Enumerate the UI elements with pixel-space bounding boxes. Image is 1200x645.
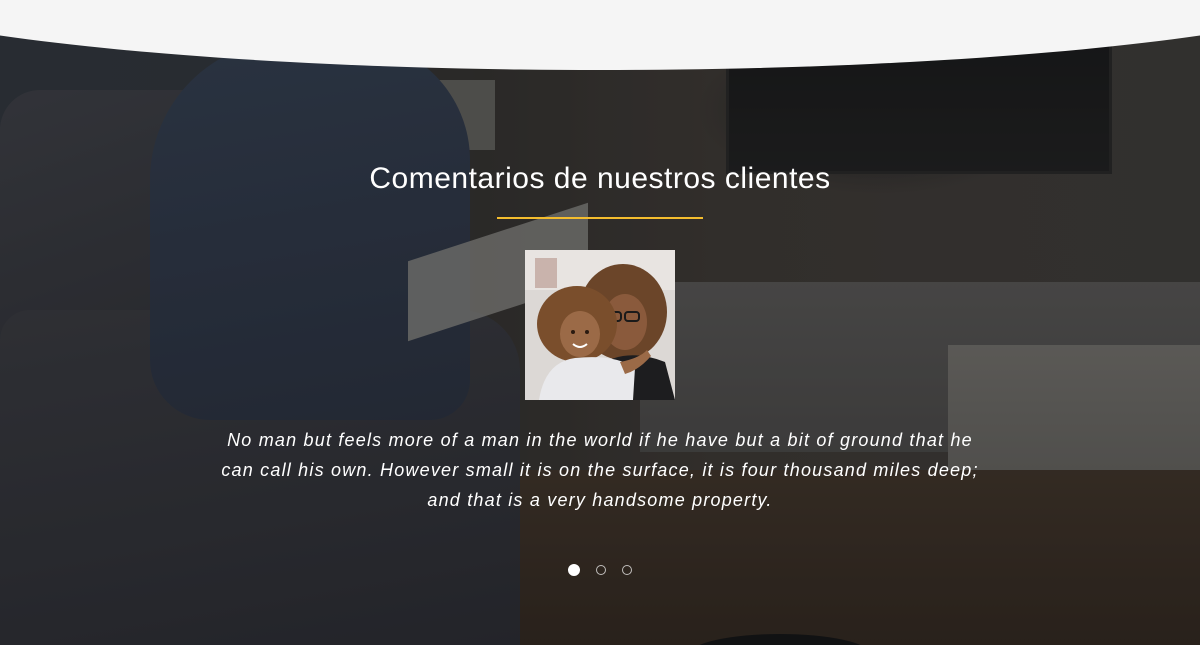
testimonials-section: Comentarios de nuestros clientes No man … [0,0,1200,645]
carousel-dot-2[interactable] [596,565,606,575]
customer-avatar [525,250,675,400]
title-underline [497,217,703,219]
carousel-dot-1[interactable] [568,564,580,576]
carousel-pagination [0,564,1200,576]
customer-photo-icon [525,250,675,400]
section-title: Comentarios de nuestros clientes [369,162,831,195]
testimonial-content: Comentarios de nuestros clientes No man … [0,0,1200,645]
carousel-dot-3[interactable] [622,565,632,575]
testimonial-quote: No man but feels more of a man in the wo… [221,430,979,510]
